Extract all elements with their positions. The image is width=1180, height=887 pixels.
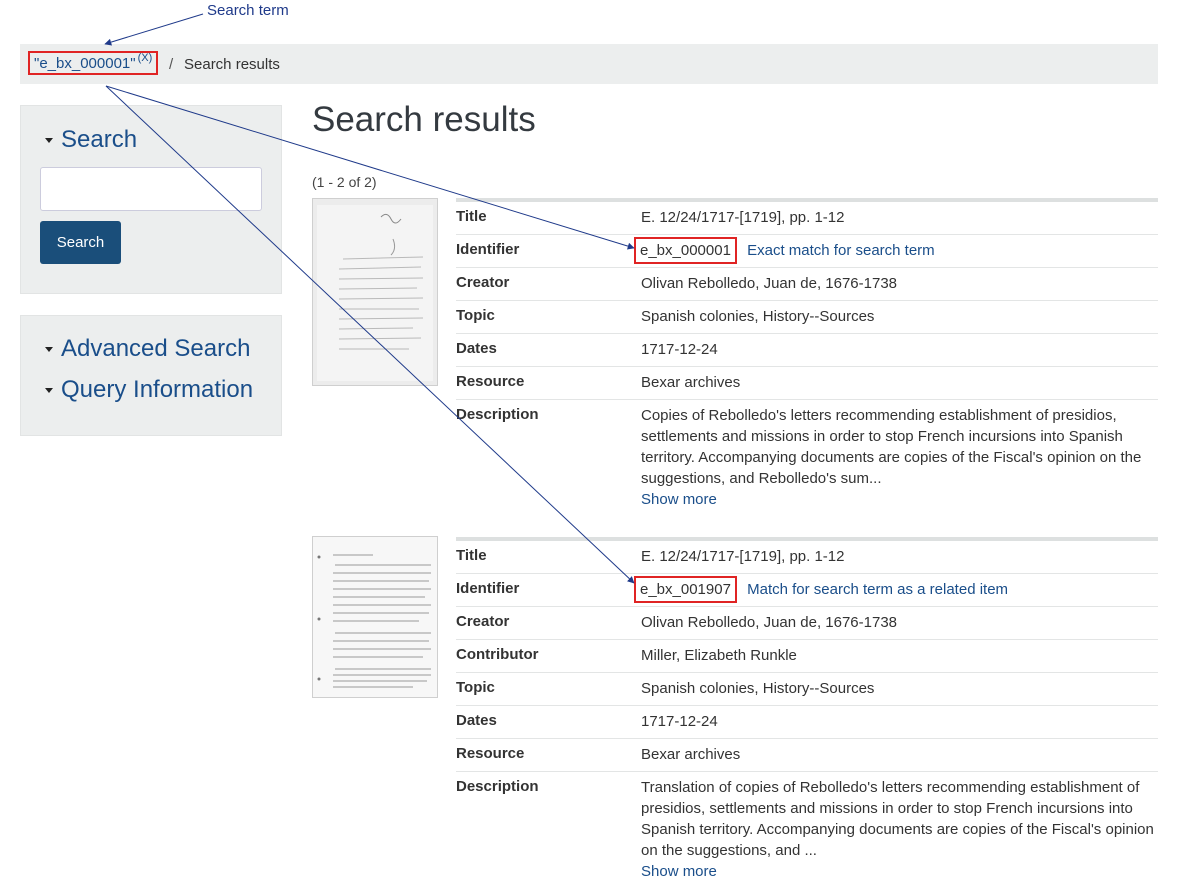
field-label: Description: [456, 406, 539, 423]
field-label: Title: [456, 208, 487, 225]
field-row-resource: Resource Bexar archives: [456, 739, 1158, 772]
search-heading[interactable]: Search: [61, 126, 137, 154]
field-label: Dates: [456, 712, 497, 729]
caret-down-icon: [45, 387, 53, 393]
typed-page-image: [313, 537, 437, 697]
field-label: Dates: [456, 340, 497, 357]
field-row-contributor: Contributor Miller, Elizabeth Runkle: [456, 640, 1158, 673]
topic-value: Spanish colonies, History--Sources: [641, 680, 875, 697]
search-result-1: Title E. 12/24/1717-[1719], pp. 1-12 Ide…: [456, 198, 1158, 515]
field-label: Identifier: [456, 580, 520, 597]
description-value: Copies of Rebolledo's letters recommendi…: [641, 407, 1142, 487]
field-row-creator: Creator Olivan Rebolledo, Juan de, 1676-…: [456, 268, 1158, 301]
result-title: E. 12/24/1717-[1719], pp. 1-12: [641, 548, 845, 565]
field-row-identifier: Identifier e_bx_000001 Exact match for s…: [456, 235, 1158, 268]
dates-value: 1717-12-24: [641, 341, 718, 358]
field-row-description: Description Copies of Rebolledo's letter…: [456, 400, 1158, 515]
field-row-resource: Resource Bexar archives: [456, 367, 1158, 400]
caret-down-icon: [45, 137, 53, 143]
identifier-note: Exact match for search term: [747, 242, 935, 259]
result-thumbnail[interactable]: [312, 536, 438, 698]
search-heading-toggle[interactable]: Search: [45, 126, 137, 154]
resource-value: Bexar archives: [641, 746, 741, 763]
breadcrumb-term-text[interactable]: "e_bx_000001": [34, 55, 136, 72]
field-row-dates: Dates 1717-12-24: [456, 334, 1158, 367]
field-label: Resource: [456, 373, 525, 390]
identifier-highlight: e_bx_000001: [634, 237, 737, 264]
identifier-highlight: e_bx_001907: [634, 576, 737, 603]
contributor-value: Miller, Elizabeth Runkle: [641, 647, 797, 664]
resource-value: Bexar archives: [641, 374, 741, 391]
advanced-search-toggle[interactable]: Advanced Search: [45, 335, 250, 363]
breadcrumb-search-term[interactable]: "e_bx_000001" (X): [28, 51, 159, 75]
field-label: Description: [456, 778, 539, 795]
query-information-heading[interactable]: Query Information: [61, 376, 253, 404]
field-row-dates: Dates 1717-12-24: [456, 706, 1158, 739]
result-count: (1 - 2 of 2): [312, 174, 377, 190]
field-row-topic: Topic Spanish colonies, History--Sources: [456, 673, 1158, 706]
manuscript-page-image: [313, 199, 437, 385]
search-button[interactable]: Search: [40, 221, 121, 264]
field-label: Resource: [456, 745, 525, 762]
field-row-title: Title E. 12/24/1717-[1719], pp. 1-12: [456, 202, 1158, 235]
page-title: Search results: [312, 100, 536, 139]
creator-value: Olivan Rebolledo, Juan de, 1676-1738: [641, 614, 898, 631]
annotation-search-term-label: Search term: [207, 2, 289, 19]
identifier-note: Match for search term as a related item: [747, 581, 1009, 598]
field-label: Topic: [456, 307, 495, 324]
dates-value: 1717-12-24: [641, 713, 718, 730]
topic-value: Spanish colonies, History--Sources: [641, 308, 875, 325]
show-more-link[interactable]: Show more: [641, 863, 717, 880]
field-row-identifier: Identifier e_bx_001907 Match for search …: [456, 574, 1158, 607]
search-panel: Search Search: [20, 105, 282, 294]
field-label: Topic: [456, 679, 495, 696]
advanced-search-heading[interactable]: Advanced Search: [61, 335, 250, 363]
show-more-link[interactable]: Show more: [641, 491, 717, 508]
search-result-2: Title E. 12/24/1717-[1719], pp. 1-12 Ide…: [456, 537, 1158, 887]
field-row-creator: Creator Olivan Rebolledo, Juan de, 1676-…: [456, 607, 1158, 640]
breadcrumb-current: Search results: [184, 56, 280, 73]
field-label: Identifier: [456, 241, 520, 258]
field-row-topic: Topic Spanish colonies, History--Sources: [456, 301, 1158, 334]
advanced-panel: Advanced Search Query Information: [20, 315, 282, 436]
creator-value: Olivan Rebolledo, Juan de, 1676-1738: [641, 275, 898, 292]
result-title: E. 12/24/1717-[1719], pp. 1-12: [641, 209, 845, 226]
field-label: Title: [456, 547, 487, 564]
breadcrumb: "e_bx_000001" (X) / Search results: [20, 44, 1158, 84]
field-row-description: Description Translation of copies of Reb…: [456, 772, 1158, 887]
field-label: Creator: [456, 274, 510, 291]
result-thumbnail[interactable]: [312, 198, 438, 386]
arrow-to-search-term: [104, 13, 204, 46]
breadcrumb-separator: /: [169, 56, 174, 73]
description-value: Translation of copies of Rebolledo's let…: [641, 779, 1154, 859]
field-row-title: Title E. 12/24/1717-[1719], pp. 1-12: [456, 541, 1158, 574]
search-input[interactable]: [40, 167, 262, 211]
field-label: Creator: [456, 613, 510, 630]
field-label: Contributor: [456, 646, 539, 663]
remove-term-link[interactable]: (X): [138, 52, 153, 64]
query-information-toggle[interactable]: Query Information: [45, 376, 253, 404]
caret-down-icon: [45, 346, 53, 352]
